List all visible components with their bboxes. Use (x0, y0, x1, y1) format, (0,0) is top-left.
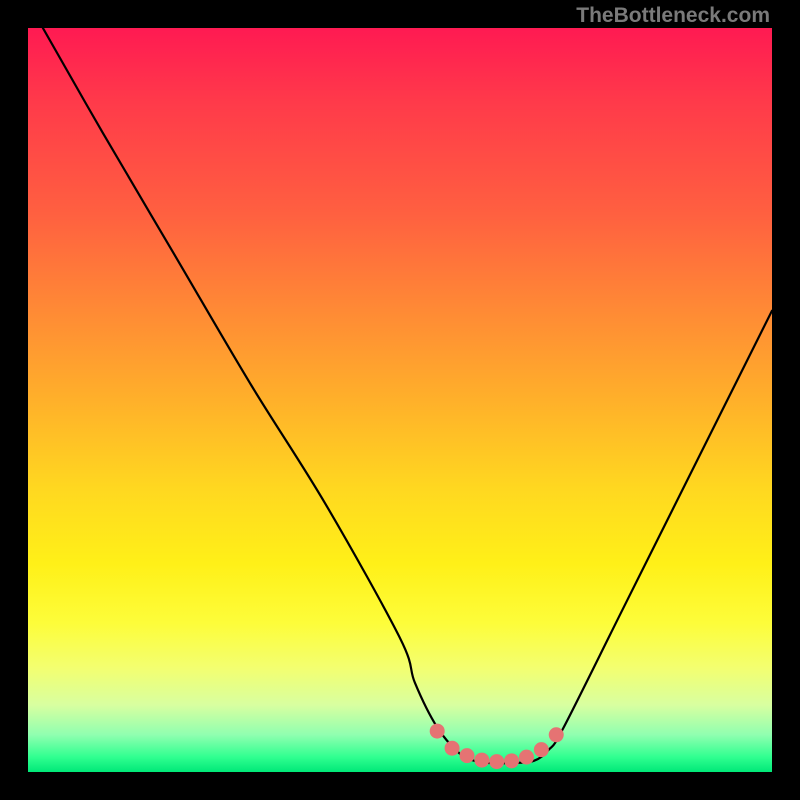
trough-marker (459, 748, 474, 763)
bottleneck-curve (43, 28, 772, 763)
trough-marker (445, 741, 460, 756)
chart-container: TheBottleneck.com (0, 0, 800, 800)
trough-marker (474, 753, 489, 768)
trough-marker (549, 727, 564, 742)
trough-markers (430, 724, 564, 770)
trough-marker (430, 724, 445, 739)
trough-marker (504, 753, 519, 768)
curve-svg (28, 28, 772, 772)
trough-marker (534, 742, 549, 757)
watermark-text: TheBottleneck.com (576, 4, 770, 28)
trough-marker (519, 750, 534, 765)
trough-marker (489, 754, 504, 769)
plot-area (28, 28, 772, 772)
